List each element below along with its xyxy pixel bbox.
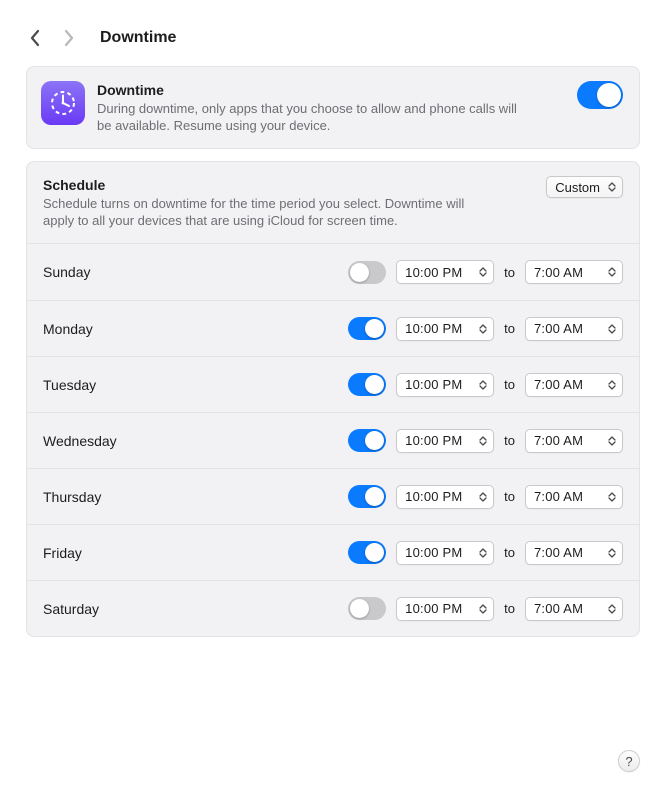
from-time-value: 10:00 PM xyxy=(405,377,462,392)
day-label: Monday xyxy=(43,321,93,337)
from-time-value: 10:00 PM xyxy=(405,489,462,504)
to-time-field[interactable]: 7:00 AM xyxy=(525,597,623,621)
from-time-value: 10:00 PM xyxy=(405,433,462,448)
from-time-field[interactable]: 10:00 PM xyxy=(396,317,494,341)
chevron-up-down-icon xyxy=(606,600,618,618)
chevron-up-down-icon xyxy=(477,544,489,562)
chevron-up-down-icon xyxy=(606,544,618,562)
to-time-field[interactable]: 7:00 AM xyxy=(525,373,623,397)
forward-button[interactable] xyxy=(58,24,78,52)
titlebar: Downtime xyxy=(16,18,650,66)
from-time-field[interactable]: 10:00 PM xyxy=(396,260,494,284)
chevron-up-down-icon xyxy=(477,376,489,394)
to-label: to xyxy=(504,489,515,504)
day-toggle-wednesday[interactable] xyxy=(348,429,386,452)
chevron-up-down-icon xyxy=(606,488,618,506)
to-time-value: 7:00 AM xyxy=(534,265,583,280)
chevron-up-down-icon xyxy=(477,432,489,450)
chevron-up-down-icon xyxy=(606,263,618,281)
schedule-row-thursday: Thursday 10:00 PM to 7:00 AM xyxy=(27,468,639,524)
day-toggle-sunday[interactable] xyxy=(348,261,386,284)
day-label: Wednesday xyxy=(43,433,117,449)
schedule-mode-label: Custom xyxy=(555,180,606,195)
day-toggle-tuesday[interactable] xyxy=(348,373,386,396)
to-time-field[interactable]: 7:00 AM xyxy=(525,317,623,341)
from-time-value: 10:00 PM xyxy=(405,321,462,336)
downtime-master-toggle[interactable] xyxy=(577,81,623,109)
to-time-value: 7:00 AM xyxy=(534,321,583,336)
schedule-row-saturday: Saturday 10:00 PM to 7:00 AM xyxy=(27,580,639,636)
from-time-field[interactable]: 10:00 PM xyxy=(396,429,494,453)
schedule-row-friday: Friday 10:00 PM to 7:00 AM xyxy=(27,524,639,580)
from-time-field[interactable]: 10:00 PM xyxy=(396,541,494,565)
day-toggle-thursday[interactable] xyxy=(348,485,386,508)
downtime-hero-group: Downtime During downtime, only apps that… xyxy=(26,66,640,149)
day-toggle-saturday[interactable] xyxy=(348,597,386,620)
to-time-value: 7:00 AM xyxy=(534,601,583,616)
schedule-row-wednesday: Wednesday 10:00 PM to 7:00 AM xyxy=(27,412,639,468)
page-title: Downtime xyxy=(100,29,176,47)
back-button[interactable] xyxy=(26,24,46,52)
chevron-up-down-icon xyxy=(606,320,618,338)
schedule-group: Schedule Schedule turns on downtime for … xyxy=(26,161,640,637)
chevron-up-down-icon xyxy=(477,320,489,338)
to-label: to xyxy=(504,265,515,280)
day-label: Saturday xyxy=(43,601,99,617)
to-time-field[interactable]: 7:00 AM xyxy=(525,485,623,509)
hero-title: Downtime xyxy=(97,81,517,100)
from-time-value: 10:00 PM xyxy=(405,265,462,280)
day-label: Tuesday xyxy=(43,377,96,393)
from-time-value: 10:00 PM xyxy=(405,601,462,616)
schedule-row-tuesday: Tuesday 10:00 PM to 7:00 AM xyxy=(27,356,639,412)
to-time-field[interactable]: 7:00 AM xyxy=(525,541,623,565)
chevron-up-down-icon xyxy=(477,488,489,506)
to-label: to xyxy=(504,601,515,616)
day-toggle-monday[interactable] xyxy=(348,317,386,340)
to-time-value: 7:00 AM xyxy=(534,489,583,504)
schedule-row-sunday: Sunday 10:00 PM to 7:00 AM xyxy=(27,244,639,300)
schedule-row-monday: Monday 10:00 PM to 7:00 AM xyxy=(27,300,639,356)
from-time-value: 10:00 PM xyxy=(405,545,462,560)
day-toggle-friday[interactable] xyxy=(348,541,386,564)
day-label: Friday xyxy=(43,545,82,561)
help-icon: ? xyxy=(625,754,632,769)
schedule-title: Schedule xyxy=(43,176,483,195)
schedule-description: Schedule turns on downtime for the time … xyxy=(43,195,483,229)
to-time-field[interactable]: 7:00 AM xyxy=(525,260,623,284)
chevron-up-down-icon xyxy=(606,376,618,394)
chevron-up-down-icon xyxy=(477,263,489,281)
help-button[interactable]: ? xyxy=(618,750,640,772)
downtime-icon xyxy=(41,81,85,125)
day-label: Sunday xyxy=(43,264,90,280)
to-time-value: 7:00 AM xyxy=(534,545,583,560)
hero-description: During downtime, only apps that you choo… xyxy=(97,100,517,134)
chevron-up-down-icon xyxy=(606,178,618,196)
from-time-field[interactable]: 10:00 PM xyxy=(396,597,494,621)
to-label: to xyxy=(504,545,515,560)
to-label: to xyxy=(504,377,515,392)
to-time-value: 7:00 AM xyxy=(534,433,583,448)
to-label: to xyxy=(504,321,515,336)
chevron-up-down-icon xyxy=(606,432,618,450)
from-time-field[interactable]: 10:00 PM xyxy=(396,373,494,397)
schedule-mode-select[interactable]: Custom xyxy=(546,176,623,198)
to-label: to xyxy=(504,433,515,448)
chevron-up-down-icon xyxy=(477,600,489,618)
to-time-field[interactable]: 7:00 AM xyxy=(525,429,623,453)
from-time-field[interactable]: 10:00 PM xyxy=(396,485,494,509)
day-label: Thursday xyxy=(43,489,101,505)
to-time-value: 7:00 AM xyxy=(534,377,583,392)
